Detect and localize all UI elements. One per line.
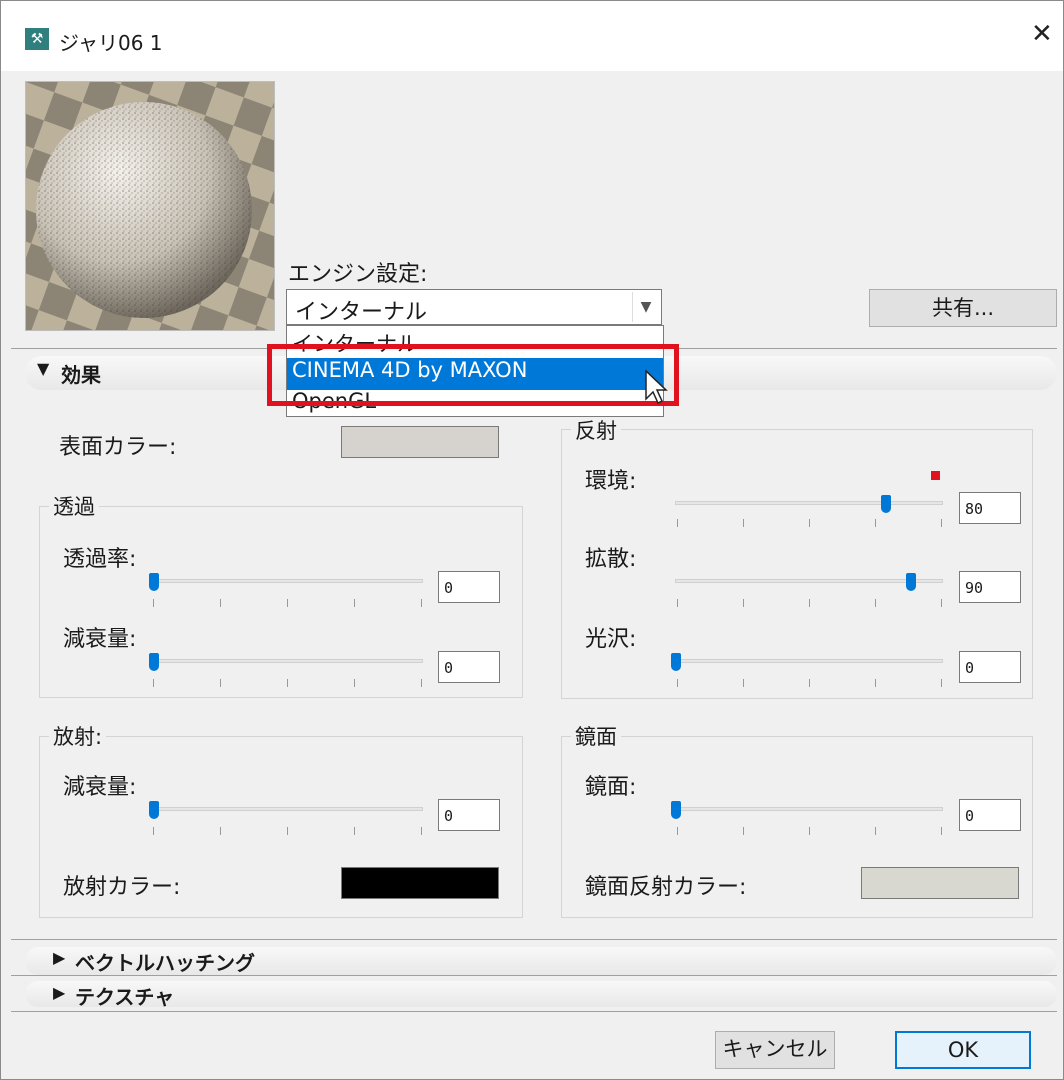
tick-mark [941, 519, 942, 527]
emission-color-swatch[interactable] [341, 867, 499, 899]
transparency-rate-thumb[interactable] [149, 573, 159, 591]
gloss-slider[interactable] [675, 659, 943, 663]
ok-button[interactable]: OK [895, 1031, 1031, 1069]
specular-thumb[interactable] [671, 801, 681, 819]
transparency-rate-label: 透過率: [63, 547, 137, 572]
cancel-button[interactable]: キャンセル [715, 1031, 835, 1069]
collapsed-triangle-icon[interactable]: ▶ [53, 948, 65, 967]
environment-input[interactable]: 80 [959, 492, 1021, 524]
specular-input[interactable]: 0 [959, 799, 1021, 831]
tick-mark [743, 599, 744, 607]
separator [11, 1011, 1057, 1012]
surface-color-swatch[interactable] [341, 426, 499, 458]
specular-title: 鏡面 [571, 721, 621, 751]
tick-mark [220, 599, 221, 607]
separator [11, 975, 1057, 976]
transparency-rate-slider[interactable] [153, 579, 423, 583]
mouse-cursor-icon [645, 369, 668, 405]
material-settings-dialog: ⚒ ジャリ06 1 ✕ エンジン設定: インターナル ▼ 共有... インターナ… [0, 0, 1064, 1080]
tick-mark [809, 599, 810, 607]
emission-color-label: 放射カラー: [63, 875, 181, 900]
diffuse-input[interactable]: 90 [959, 571, 1021, 603]
tick-mark [677, 827, 678, 835]
tick-mark [875, 519, 876, 527]
engine-select[interactable]: インターナル ▼ [286, 289, 662, 325]
specular-label: 鏡面: [585, 775, 637, 800]
material-icon: ⚒ [25, 28, 49, 50]
chevron-down-icon[interactable]: ▼ [632, 292, 659, 322]
specular-color-swatch[interactable] [861, 867, 1019, 899]
gloss-label: 光沢: [585, 627, 637, 652]
diffuse-label: 拡散: [585, 547, 637, 572]
tick-mark [354, 599, 355, 607]
tick-mark [875, 599, 876, 607]
tick-mark [809, 827, 810, 835]
transparency-falloff-label: 減衰量: [63, 627, 137, 652]
expanded-triangle-icon[interactable]: ▼ [37, 359, 49, 378]
emission-falloff-thumb[interactable] [149, 801, 159, 819]
tick-mark [677, 519, 678, 527]
window-title: ジャリ06 1 [59, 31, 163, 55]
specular-color-label: 鏡面反射カラー: [585, 875, 747, 900]
diffuse-thumb[interactable] [906, 573, 916, 591]
environment-slider[interactable] [675, 501, 943, 505]
tick-mark [809, 519, 810, 527]
tick-mark [743, 679, 744, 687]
surface-color-label: 表面カラー: [59, 435, 177, 460]
tick-mark [153, 679, 154, 687]
specular-slider[interactable] [675, 807, 943, 811]
tick-mark [875, 679, 876, 687]
tick-mark [354, 827, 355, 835]
vector-hatching-label: ベクトルハッチング [75, 951, 255, 975]
texture-label: テクスチャ [75, 985, 175, 1009]
collapsed-triangle-icon[interactable]: ▶ [53, 983, 65, 1002]
annotation-highlight [267, 344, 679, 406]
tick-mark [220, 827, 221, 835]
tick-mark [677, 599, 678, 607]
tick-mark [875, 827, 876, 835]
tick-mark [287, 679, 288, 687]
environment-label: 環境: [585, 469, 637, 494]
emission-falloff-label: 減衰量: [63, 775, 137, 800]
modified-indicator [931, 471, 940, 480]
separator [11, 939, 1057, 940]
tick-mark [153, 827, 154, 835]
engine-label: エンジン設定: [288, 262, 428, 287]
tick-mark [354, 679, 355, 687]
tick-mark [421, 827, 422, 835]
transparency-falloff-input[interactable]: 0 [438, 651, 500, 683]
transparency-falloff-thumb[interactable] [149, 653, 159, 671]
emission-title: 放射: [49, 721, 107, 751]
effects-section-label: 効果 [61, 363, 101, 387]
reflection-title: 反射 [571, 415, 621, 445]
tick-mark [421, 679, 422, 687]
share-button[interactable]: 共有... [869, 289, 1057, 327]
tick-mark [421, 599, 422, 607]
tick-mark [809, 679, 810, 687]
transparency-title: 透過 [49, 491, 99, 521]
tick-mark [287, 599, 288, 607]
emission-falloff-input[interactable]: 0 [438, 799, 500, 831]
close-button[interactable]: ✕ [1031, 19, 1053, 49]
tick-mark [941, 599, 942, 607]
tick-mark [153, 599, 154, 607]
environment-thumb[interactable] [881, 495, 891, 513]
texture-section-header[interactable] [25, 981, 1057, 1007]
tick-mark [677, 679, 678, 687]
gloss-input[interactable]: 0 [959, 651, 1021, 683]
tick-mark [941, 827, 942, 835]
tick-mark [287, 827, 288, 835]
transparency-falloff-slider[interactable] [153, 659, 423, 663]
material-preview [25, 81, 275, 331]
tick-mark [941, 679, 942, 687]
diffuse-slider[interactable] [675, 579, 943, 583]
tick-mark [743, 827, 744, 835]
emission-falloff-slider[interactable] [153, 807, 423, 811]
transparency-rate-input[interactable]: 0 [438, 571, 500, 603]
tick-mark [220, 679, 221, 687]
title-bar: ⚒ ジャリ06 1 ✕ [1, 1, 1063, 71]
engine-selected-value: インターナル [295, 300, 428, 325]
tick-mark [743, 519, 744, 527]
gloss-thumb[interactable] [671, 653, 681, 671]
